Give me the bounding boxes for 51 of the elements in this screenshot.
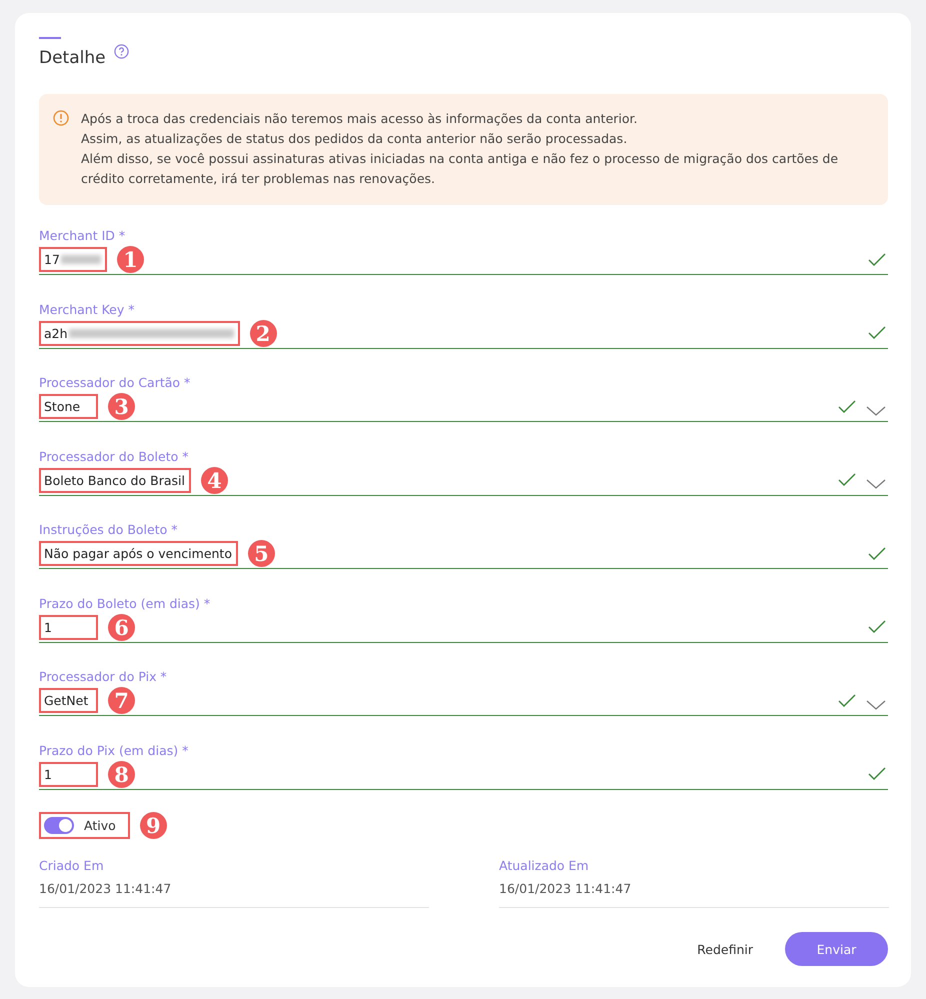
number-marker: 8 bbox=[108, 760, 135, 788]
field-label: Instruções do Boleto * bbox=[39, 521, 178, 538]
field-label: Merchant Key * bbox=[39, 300, 136, 318]
field-label: Processador do Cartão * bbox=[39, 374, 192, 391]
input-field[interactable]: Não pagar após o vencimento bbox=[39, 541, 238, 566]
reset-button[interactable]: Redefinir bbox=[697, 942, 753, 956]
input-field[interactable]: 1 bbox=[39, 614, 98, 640]
chevron-down-icon[interactable] bbox=[866, 406, 886, 416]
toggle-switch[interactable] bbox=[44, 817, 74, 834]
check-icon bbox=[868, 252, 886, 266]
alert-text: Após a troca das credenciais não teremos mais acesso às informações da conta anterior. bbox=[81, 110, 639, 128]
number-marker: 3 bbox=[108, 393, 135, 420]
check-icon bbox=[838, 400, 856, 414]
info-label: Atualizado Em bbox=[499, 857, 590, 875]
number-marker: 4 bbox=[200, 466, 228, 494]
alert-text: Assim, as atualizações de status dos pedidos da conta anterior não serão processadas. bbox=[81, 130, 628, 148]
chevron-down-icon[interactable] bbox=[866, 700, 886, 710]
input-field[interactable]: a2h bbox=[39, 320, 240, 346]
field-label: Merchant ID * bbox=[39, 227, 126, 244]
check-icon bbox=[838, 694, 856, 708]
field-label: Prazo do Pix (em dias) * bbox=[39, 742, 190, 758]
select-field[interactable]: Boleto Banco do Brasil bbox=[39, 468, 191, 492]
input-field[interactable]: 17 bbox=[39, 247, 107, 272]
number-marker: 2 bbox=[250, 320, 277, 346]
info-value: 16/01/2023 11:41:47 bbox=[499, 880, 889, 908]
field-label: Processador do Boleto * bbox=[39, 448, 190, 464]
field-label: Prazo do Boleto (em dias) * bbox=[39, 594, 212, 612]
input-field[interactable]: 1 bbox=[39, 762, 98, 786]
number-marker: 6 bbox=[108, 614, 135, 640]
chevron-down-icon[interactable] bbox=[866, 479, 886, 489]
number-marker: 5 bbox=[248, 540, 275, 567]
check-icon bbox=[838, 473, 856, 487]
section-title: Detalhe bbox=[39, 48, 106, 68]
select-field[interactable]: Stone bbox=[39, 394, 98, 419]
check-icon bbox=[868, 326, 886, 340]
check-icon bbox=[868, 767, 886, 781]
check-icon bbox=[868, 546, 886, 560]
warning-icon bbox=[53, 110, 69, 126]
help-icon[interactable] bbox=[114, 44, 129, 59]
check-icon bbox=[868, 620, 886, 634]
info-label: Criado Em bbox=[39, 857, 105, 875]
number-marker: 1 bbox=[116, 246, 144, 273]
number-marker: 7 bbox=[108, 687, 135, 714]
info-value: 16/01/2023 11:41:47 bbox=[39, 880, 429, 908]
blurred-text bbox=[60, 255, 101, 264]
toggle-label: Ativo bbox=[84, 818, 116, 833]
submit-button[interactable]: Enviar bbox=[785, 932, 888, 966]
number-marker: 9 bbox=[140, 812, 167, 839]
field-label: Processador do Pix * bbox=[39, 668, 168, 685]
alert-text: Além disso, se você possui assinaturas ativas iniciadas na conta antiga e não fez o processo de migração dos cartões de crédito corretamente, irá ter problemas nas renovações. bbox=[81, 150, 840, 188]
select-field[interactable]: GetNet bbox=[39, 688, 98, 713]
